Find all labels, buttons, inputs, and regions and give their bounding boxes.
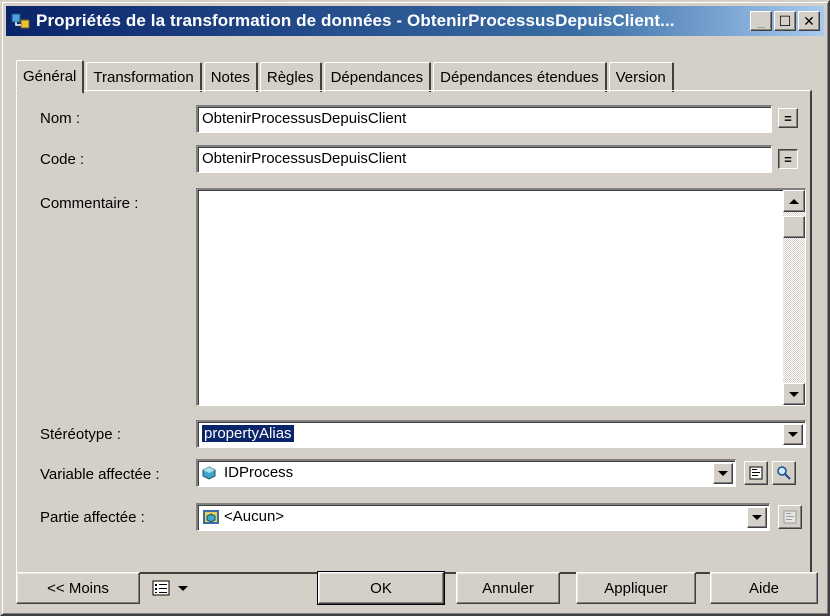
variable-combo[interactable]: IDProcess	[196, 459, 736, 487]
ok-button[interactable]: OK	[317, 571, 445, 605]
tab-general[interactable]: Général	[16, 60, 85, 94]
nom-field[interactable]: ObtenirProcessusDepuisClient	[196, 105, 772, 133]
stereotype-value: propertyAlias	[202, 425, 294, 442]
tab-dependances[interactable]: Dépendances	[323, 62, 432, 92]
list-menu-icon	[152, 580, 170, 596]
nom-equals-button[interactable]: =	[778, 108, 798, 128]
code-label: Code :	[40, 151, 85, 168]
scroll-up-button[interactable]	[783, 190, 805, 212]
window-title: Propriétés de la transformation de donné…	[36, 11, 675, 30]
arrow-up-icon	[789, 198, 799, 204]
part-icon	[203, 510, 219, 525]
chevron-down-icon	[788, 432, 798, 437]
chevron-down-icon	[752, 515, 762, 520]
stereotype-label: Stéréotype :	[40, 426, 121, 443]
properties-icon	[783, 510, 797, 524]
variable-find-button[interactable]	[772, 461, 796, 485]
variable-dropdown-button[interactable]	[713, 463, 733, 484]
properties-icon	[749, 466, 763, 480]
chevron-down-icon	[178, 585, 188, 591]
partie-combo[interactable]: <Aucun>	[196, 503, 770, 531]
partie-value: <Aucun>	[224, 508, 285, 525]
tab-version[interactable]: Version	[608, 62, 674, 92]
scroll-down-button[interactable]	[783, 383, 805, 405]
scroll-thumb[interactable]	[783, 216, 805, 238]
variable-icon	[202, 466, 216, 480]
commentaire-textarea[interactable]	[196, 188, 806, 406]
tab-notes[interactable]: Notes	[203, 62, 258, 92]
menu-dropdown[interactable]	[152, 580, 188, 596]
maximize-icon: ☐	[778, 12, 792, 29]
close-icon: ✕	[803, 12, 815, 29]
moins-button[interactable]: << Moins	[16, 572, 140, 604]
properties-dialog: Propriétés de la transformation de donné…	[0, 0, 830, 616]
commentaire-scrollbar[interactable]	[783, 190, 805, 405]
minimize-icon: _	[757, 13, 765, 29]
nom-label: Nom :	[40, 110, 81, 127]
variable-properties-button[interactable]	[744, 461, 768, 485]
maximize-button[interactable]: ☐	[774, 11, 796, 31]
app-icon	[11, 13, 30, 29]
code-field[interactable]: ObtenirProcessusDepuisClient	[196, 145, 772, 173]
partie-properties-button[interactable]	[778, 505, 802, 529]
chevron-down-icon	[718, 471, 728, 476]
partie-label: Partie affectée :	[40, 509, 145, 526]
stereotype-dropdown-button[interactable]	[783, 424, 803, 445]
tab-strip: Général Transformation Notes Règles Dépe…	[16, 58, 676, 94]
commentaire-label: Commentaire :	[40, 195, 139, 212]
title-bar[interactable]: Propriétés de la transformation de donné…	[6, 6, 824, 36]
partie-dropdown-button[interactable]	[747, 507, 767, 528]
variable-value: IDProcess	[224, 464, 294, 481]
tab-dependances-etendues[interactable]: Dépendances étendues	[433, 62, 607, 92]
code-equals-button[interactable]: =	[778, 149, 798, 169]
arrow-down-icon	[789, 391, 799, 397]
appliquer-button[interactable]: Appliquer	[576, 572, 696, 604]
magnifier-icon	[777, 466, 791, 480]
commentaire-text	[198, 190, 805, 198]
tab-transformation[interactable]: Transformation	[86, 62, 202, 92]
tab-regles[interactable]: Règles	[259, 62, 322, 92]
stereotype-combo[interactable]: propertyAlias	[196, 420, 806, 448]
variable-label: Variable affectée :	[40, 466, 160, 483]
annuler-button[interactable]: Annuler	[456, 572, 560, 604]
close-button[interactable]: ✕	[798, 11, 820, 31]
aide-button[interactable]: Aide	[710, 572, 818, 604]
minimize-button[interactable]: _	[750, 11, 772, 31]
